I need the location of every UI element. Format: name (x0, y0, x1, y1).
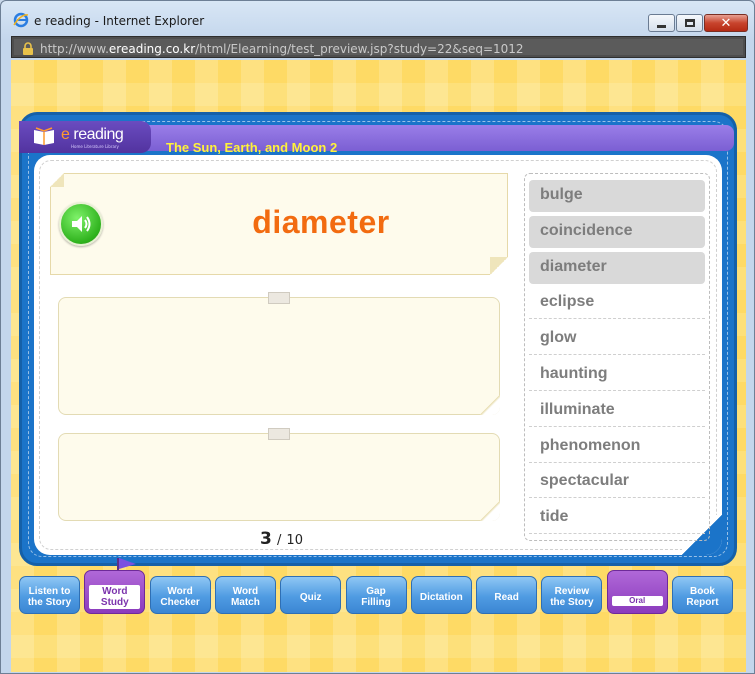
play-audio-button[interactable] (59, 202, 103, 246)
tape-strip (268, 428, 290, 440)
current-page: 3 (260, 529, 272, 549)
current-word: diameter (252, 204, 390, 240)
address-field[interactable]: http://www.ereading.co.kr/html/Elearning… (14, 39, 743, 56)
logo-reading: reading (73, 126, 124, 143)
tab-oral-summary[interactable]: OralSummary (606, 570, 668, 614)
tab-dictation[interactable]: Dictation (410, 576, 472, 614)
example-note (58, 428, 500, 521)
open-book-icon (34, 127, 54, 145)
page-separator: / (276, 533, 282, 548)
logo-tagline: Home Literature Library (71, 144, 119, 149)
site-identity-icon (23, 42, 33, 55)
word-list-item[interactable]: coincidence (529, 215, 705, 248)
card-corner (490, 257, 508, 275)
word-list-item[interactable]: glow (529, 323, 705, 356)
tab-read[interactable]: Read (476, 576, 538, 614)
tab-gap-filling[interactable]: Gap Filling (345, 576, 407, 614)
tab-label: Read (494, 591, 519, 603)
word-list: bulge coincidence diameter eclipse glow haunt… (524, 173, 710, 541)
tab-label: Gap Filling (361, 586, 391, 608)
url-domain: ereading.co.kr (108, 42, 196, 56)
word-list-item[interactable]: tide (529, 502, 705, 535)
tab-quiz[interactable]: Quiz (280, 576, 342, 614)
tape-strip (268, 292, 290, 304)
tab-label: OralSummary (629, 596, 646, 605)
tab-label: Word Study (100, 586, 129, 608)
maximize-icon (684, 19, 695, 27)
word-list-item[interactable]: phenomenon (529, 431, 705, 463)
tab-label: Dictation (419, 591, 463, 603)
tab-word-match[interactable]: Word Match (214, 576, 276, 614)
tab-listen-to-the-story[interactable]: Listen to the Story (19, 576, 80, 614)
page-content: The Sun, Earth, and Moon 2 e reading Hom… (11, 60, 746, 672)
url-prefix: http://www. (40, 42, 109, 56)
active-tab-face: Word Study (89, 585, 141, 609)
close-button[interactable]: ✕ (704, 14, 748, 32)
tab-label: Quiz (299, 591, 322, 603)
tab-label: Listen to the Story (27, 586, 72, 608)
url-text[interactable]: http://www.ereading.co.kr/html/Elearning… (40, 42, 524, 56)
tab-label: Word Checker (160, 586, 200, 608)
window-title: e reading - Internet Explorer (34, 14, 205, 28)
lesson-title: The Sun, Earth, and Moon 2 (166, 140, 338, 155)
maximize-button[interactable] (676, 14, 703, 32)
word-list-item[interactable]: illuminate (529, 395, 705, 427)
address-bar[interactable]: http://www.ereading.co.kr/html/Elearning… (11, 36, 746, 58)
definition-note (58, 292, 500, 415)
tab-book-report[interactable]: Book Report (672, 576, 733, 614)
internet-explorer-icon (13, 12, 29, 28)
word-card: diameter (50, 173, 508, 275)
logo-e: e (61, 126, 70, 143)
tab-label: Review the Story (550, 586, 594, 608)
tab-word-checker[interactable]: Word Checker (149, 576, 211, 614)
tab-label: Book Report (686, 586, 719, 608)
total-pages: 10 (286, 533, 303, 548)
tab-word-study[interactable]: Word Study (84, 570, 146, 614)
minimize-icon (657, 24, 666, 28)
tab-label: Word Match (230, 586, 260, 608)
word-list-item[interactable]: haunting (529, 359, 705, 391)
card-corner (50, 173, 64, 187)
speaker-icon (72, 216, 91, 232)
activity-tab-bar: Listen to the Story Word Study Word Checker Wo… (17, 558, 742, 616)
lesson-board: The Sun, Earth, and Moon 2 e reading Hom… (19, 112, 737, 566)
app-logo[interactable]: e reading Home Literature Library (19, 121, 151, 153)
tab-review-the-story[interactable]: Review the Story (541, 576, 603, 614)
close-icon: ✕ (720, 15, 732, 31)
browser-window: e reading - Internet Explorer ✕ http://w… (0, 0, 755, 674)
logo-wordmark: e reading (61, 126, 124, 144)
note-curl (480, 395, 500, 415)
word-list-item[interactable]: eclipse (529, 287, 705, 320)
oral-tab-face: OralSummary (611, 596, 663, 606)
word-list-item[interactable]: bulge (529, 180, 705, 212)
url-path: /html/Elearning/test_preview.jsp?study=2… (195, 42, 524, 56)
word-list-item[interactable]: spectacular (529, 466, 705, 499)
study-panel: diameter 3 / 10 bulge coincidence diamet… (34, 155, 722, 555)
minimize-button[interactable] (648, 14, 675, 32)
word-list-item[interactable]: diameter (529, 251, 705, 284)
page-indicator: 3 / 10 (260, 529, 303, 549)
note-curl (480, 501, 500, 521)
title-bar: e reading - Internet Explorer ✕ (1, 1, 754, 35)
